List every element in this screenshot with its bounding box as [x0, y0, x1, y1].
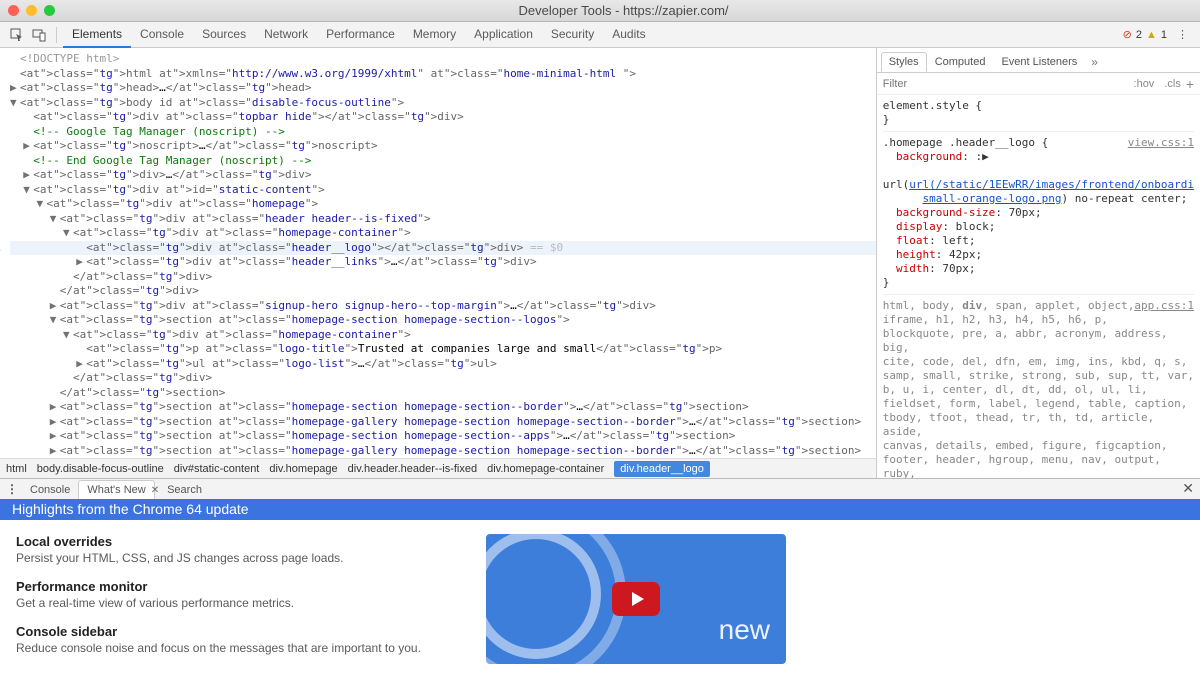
feature-desc: Persist your HTML, CSS, and JS changes a… — [16, 551, 456, 565]
feature-item: Console sidebar Reduce console noise and … — [16, 624, 456, 655]
tab-sources[interactable]: Sources — [193, 22, 255, 48]
dom-node[interactable]: <at">class="tg">div at">class="topbar hi… — [10, 110, 876, 125]
warning-count: 1 — [1161, 29, 1167, 41]
drawer-tab-search[interactable]: Search — [159, 481, 210, 499]
feature-item: Local overrides Persist your HTML, CSS, a… — [16, 534, 456, 565]
styles-tab-event-listeners[interactable]: Event Listeners — [993, 52, 1085, 72]
styles-pane-tabs: StylesComputedEvent Listeners » — [877, 48, 1200, 73]
dom-node[interactable]: ▼<at">class="tg">div at">class="header h… — [10, 212, 876, 227]
devtools-toolbar: ElementsConsoleSourcesNetworkPerformance… — [0, 22, 1200, 48]
dom-node[interactable]: ▶<at">class="tg">section at">class="home… — [10, 415, 876, 430]
error-count: 2 — [1136, 29, 1142, 41]
cls-toggle[interactable]: .cls — [1159, 78, 1186, 90]
dom-node[interactable]: <!-- Google Tag Manager (noscript) --> — [10, 125, 876, 140]
elements-tree[interactable]: <!DOCTYPE html> <at">class="tg">html at"… — [0, 48, 876, 458]
tab-elements[interactable]: Elements — [63, 22, 131, 48]
dom-node[interactable]: ▶<at">class="tg">div>…</at">class="tg">d… — [10, 168, 876, 183]
new-style-rule-icon[interactable]: + — [1186, 76, 1194, 92]
breadcrumb-item[interactable]: div.header.header--is-fixed — [348, 463, 477, 475]
breadcrumb-item[interactable]: html — [6, 463, 27, 475]
drawer-tab-what-s-new[interactable]: What's New — [78, 480, 154, 500]
minimize-window-icon[interactable] — [26, 5, 37, 16]
whats-new-body: Local overrides Persist your HTML, CSS, a… — [0, 520, 1200, 683]
breadcrumb-item[interactable]: div.homepage-container — [487, 463, 604, 475]
dom-node[interactable]: … <at">class="tg">div at">class="header_… — [10, 241, 876, 256]
dom-node[interactable]: ▼<at">class="tg">div at">id="static-cont… — [10, 183, 876, 198]
drawer-close-icon[interactable]: ✕ — [1182, 480, 1194, 497]
error-count-icon[interactable]: ⊘ — [1123, 28, 1132, 41]
breadcrumb-item[interactable]: div.header__logo — [614, 461, 710, 477]
maximize-window-icon[interactable] — [44, 5, 55, 16]
breadcrumb-item[interactable]: div#static-content — [174, 463, 260, 475]
tab-network[interactable]: Network — [255, 22, 317, 48]
feature-item: Performance monitor Get a real-time view … — [16, 579, 456, 610]
whats-new-video[interactable]: new — [486, 534, 786, 664]
tab-console[interactable]: Console — [131, 22, 193, 48]
breadcrumb[interactable]: html body.disable-focus-outline div#static… — [0, 458, 876, 478]
feature-title: Performance monitor — [16, 579, 456, 594]
window-controls — [8, 5, 55, 16]
dom-node[interactable]: ▶<at">class="tg">section at">class="home… — [10, 444, 876, 459]
video-caption: new — [719, 614, 770, 646]
dom-node[interactable]: ▼<at">class="tg">section at">class="home… — [10, 313, 876, 328]
drawer-tab-console[interactable]: Console — [22, 481, 78, 499]
dom-node[interactable]: <at">class="tg">html at">xmlns="http://w… — [10, 67, 876, 82]
styles-filter-input[interactable] — [883, 78, 1129, 90]
whats-new-headline: Highlights from the Chrome 64 update — [0, 499, 1200, 520]
dom-node[interactable]: ▼<at">class="tg">div at">class="homepage… — [10, 197, 876, 212]
dom-node[interactable]: ▶<at">class="tg">noscript>…</at">class="… — [10, 139, 876, 154]
window-title: Developer Tools - https://zapier.com/ — [55, 3, 1192, 18]
feature-desc: Reduce console noise and focus on the me… — [16, 641, 456, 655]
dom-node[interactable]: ▶<at">class="tg">section at">class="home… — [10, 429, 876, 444]
drawer: ⋮ ConsoleWhat's New✕Search ✕ Highlights … — [0, 478, 1200, 683]
tab-audits[interactable]: Audits — [603, 22, 654, 48]
drawer-tabs: ⋮ ConsoleWhat's New✕Search ✕ — [0, 479, 1200, 499]
feature-title: Console sidebar — [16, 624, 456, 639]
tab-close-icon[interactable]: ✕ — [151, 485, 159, 496]
dom-node[interactable]: </at">class="tg">div> — [10, 270, 876, 285]
breadcrumb-item[interactable]: div.homepage — [269, 463, 337, 475]
dom-node[interactable]: ▼<at">class="tg">div at">class="homepage… — [10, 328, 876, 343]
play-icon[interactable] — [612, 582, 660, 616]
warning-count-icon[interactable]: ▲ — [1146, 29, 1157, 41]
dom-node[interactable]: ▶<at">class="tg">ul at">class="logo-list… — [10, 357, 876, 372]
dom-node[interactable]: ▼<at">class="tg">body id at">class="disa… — [10, 96, 876, 111]
drawer-menu-icon[interactable]: ⋮ — [6, 482, 18, 496]
feature-title: Local overrides — [16, 534, 456, 549]
dom-node[interactable]: ▶<at">class="tg">div at">class="signup-h… — [10, 299, 876, 314]
device-toggle-icon[interactable] — [31, 27, 47, 43]
styles-filter-row: :hov .cls + — [877, 73, 1200, 95]
dom-node[interactable]: </at">class="tg">div> — [10, 284, 876, 299]
styles-tab-styles[interactable]: Styles — [881, 52, 927, 72]
inspect-icon[interactable] — [9, 27, 25, 43]
styles-tab-computed[interactable]: Computed — [927, 52, 994, 72]
breadcrumb-item[interactable]: body.disable-focus-outline — [37, 463, 164, 475]
feature-desc: Get a real-time view of various performa… — [16, 596, 456, 610]
dom-node[interactable]: <!-- End Google Tag Manager (noscript) -… — [10, 154, 876, 169]
dom-node[interactable]: ▶<at">class="tg">div at">class="header__… — [10, 255, 876, 270]
tab-memory[interactable]: Memory — [404, 22, 465, 48]
panel-tabs: ElementsConsoleSourcesNetworkPerformance… — [63, 22, 655, 48]
hov-toggle[interactable]: :hov — [1129, 78, 1160, 90]
dom-node[interactable]: </at">class="tg">section> — [10, 386, 876, 401]
more-tabs-icon[interactable]: » — [1091, 55, 1098, 69]
tab-security[interactable]: Security — [542, 22, 603, 48]
close-window-icon[interactable] — [8, 5, 19, 16]
more-menu-icon[interactable]: ⋮ — [1171, 28, 1194, 41]
dom-node[interactable]: ▶<at">class="tg">head>…</at">class="tg">… — [10, 81, 876, 96]
tab-performance[interactable]: Performance — [317, 22, 404, 48]
window-titlebar: Developer Tools - https://zapier.com/ — [0, 0, 1200, 22]
tab-application[interactable]: Application — [465, 22, 542, 48]
styles-pane[interactable]: element.style { }view.css:1.homepage .he… — [877, 95, 1200, 478]
dom-node[interactable]: ▼<at">class="tg">div at">class="homepage… — [10, 226, 876, 241]
dom-node[interactable]: <at">class="tg">p at">class="logo-title"… — [10, 342, 876, 357]
dom-node[interactable]: ▶<at">class="tg">section at">class="home… — [10, 400, 876, 415]
dom-node[interactable]: </at">class="tg">div> — [10, 371, 876, 386]
dom-node[interactable]: <!DOCTYPE html> — [10, 52, 876, 67]
